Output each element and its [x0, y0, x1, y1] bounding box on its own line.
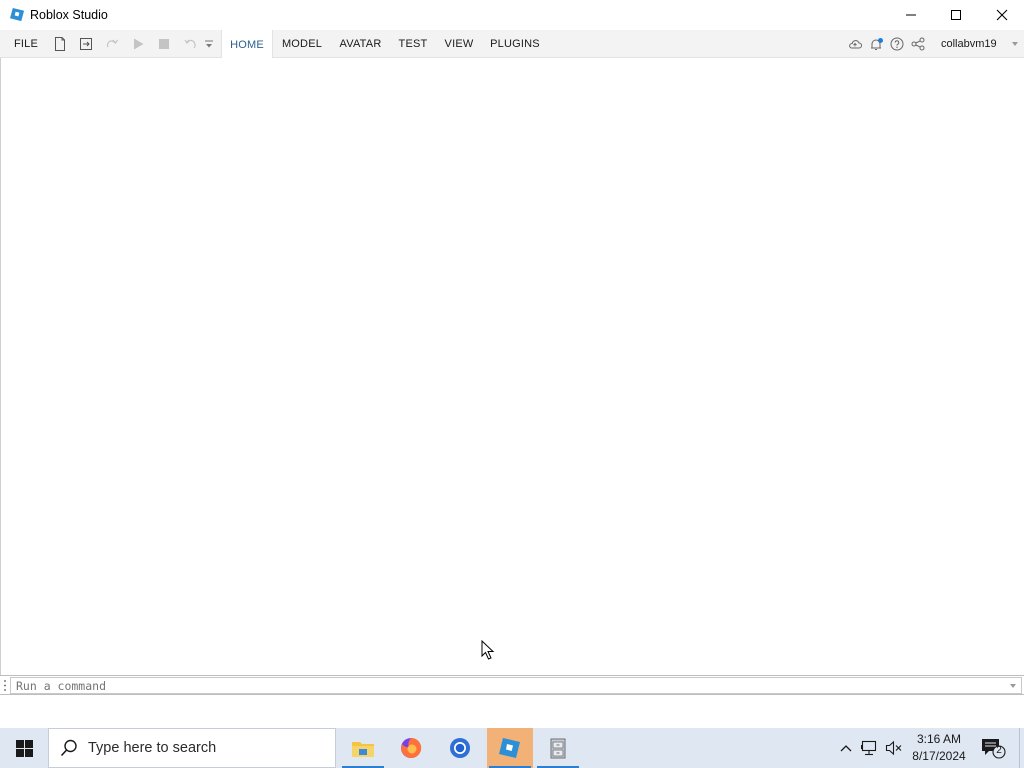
- help-button[interactable]: [889, 36, 905, 52]
- account-dropdown-button[interactable]: [1010, 36, 1020, 52]
- grip-handle-icon[interactable]: [3, 679, 7, 692]
- undo-button[interactable]: [182, 36, 198, 52]
- search-placeholder[interactable]: Type here to search: [88, 740, 216, 756]
- chevron-down-icon: [1012, 42, 1018, 46]
- start-page-workspace[interactable]: [0, 58, 1024, 675]
- show-hidden-icons-button[interactable]: [836, 738, 856, 758]
- mouse-cursor-icon: [481, 640, 495, 660]
- tab-avatar[interactable]: AVATAR: [333, 30, 388, 58]
- window-title: Roblox Studio: [30, 8, 108, 22]
- start-button[interactable]: [0, 728, 48, 768]
- file-menu[interactable]: FILE: [14, 38, 38, 50]
- ribbon-bar: FILE HOME MODEL AVATAR TEST VIEW PLUGINS: [0, 30, 1024, 59]
- taskbar-clock[interactable]: 3:16 AM 8/17/2024: [905, 731, 973, 765]
- taskbar-firefox[interactable]: [388, 728, 434, 768]
- new-file-button[interactable]: [52, 36, 68, 52]
- stop-button[interactable]: [156, 36, 172, 52]
- notification-count-badge: 2: [996, 745, 1002, 756]
- stop-icon: [159, 39, 169, 49]
- minimize-icon: [906, 14, 916, 16]
- action-center-button[interactable]: 2: [980, 736, 1006, 760]
- customize-icon: [205, 40, 213, 48]
- taskbar: Type here to search 3:16 AM 8/17/2024 2: [0, 728, 1024, 768]
- chevron-down-icon[interactable]: [1008, 681, 1018, 691]
- windows-logo-icon: [15, 739, 33, 757]
- taskbar-file-explorer[interactable]: [340, 728, 386, 768]
- chevron-up-icon: [840, 745, 852, 752]
- tab-home[interactable]: HOME: [221, 30, 273, 59]
- customize-toolbar-button[interactable]: [203, 36, 215, 52]
- tab-test[interactable]: TEST: [393, 30, 433, 58]
- share-icon: [911, 37, 925, 51]
- taskbar-chrome[interactable]: [437, 728, 483, 768]
- clock-time: 3:16 AM: [916, 732, 962, 746]
- network-button[interactable]: [860, 738, 880, 758]
- minimize-button[interactable]: [888, 0, 934, 30]
- volume-button[interactable]: [884, 738, 904, 758]
- command-input[interactable]: [10, 677, 1022, 694]
- roblox-studio-window: Roblox Studio FILE HOME MODEL AVATAR TES…: [0, 0, 1024, 768]
- cloud-button[interactable]: [847, 36, 863, 52]
- status-strip: [0, 695, 1024, 728]
- show-desktop-button[interactable]: [1019, 728, 1024, 768]
- command-bar: [0, 675, 1024, 695]
- notification-icon: [870, 37, 883, 50]
- maximize-button[interactable]: [933, 0, 979, 30]
- file-explorer-icon: [352, 742, 374, 757]
- tab-model[interactable]: MODEL: [276, 30, 328, 58]
- firefox-icon: [401, 737, 422, 758]
- new-file-icon: [55, 37, 65, 51]
- redo-button[interactable]: [104, 36, 120, 52]
- roblox-studio-logo-icon: [10, 7, 25, 22]
- clock-date: 8/17/2024: [912, 749, 966, 763]
- tab-plugins[interactable]: PLUGINS: [486, 30, 544, 58]
- network-icon: [861, 740, 877, 756]
- cloud-icon: [849, 40, 862, 49]
- taskbar-file-cabinet[interactable]: [535, 728, 581, 768]
- title-bar[interactable]: Roblox Studio: [0, 0, 1024, 30]
- close-button[interactable]: [979, 0, 1024, 30]
- play-button[interactable]: [130, 36, 146, 52]
- tab-view[interactable]: VIEW: [439, 30, 479, 58]
- close-icon: [996, 9, 1008, 21]
- file-cabinet-icon: [550, 738, 566, 759]
- maximize-icon: [951, 10, 961, 20]
- search-icon: [60, 739, 77, 757]
- username-menu[interactable]: collabvm19: [941, 38, 997, 50]
- publish-button[interactable]: [78, 36, 94, 52]
- publish-icon: [80, 38, 92, 50]
- undo-icon: [184, 39, 196, 49]
- play-icon: [134, 38, 144, 50]
- help-icon: [890, 37, 904, 51]
- share-button[interactable]: [910, 36, 926, 52]
- redo-icon: [106, 39, 118, 48]
- chrome-icon: [450, 738, 470, 758]
- taskbar-roblox-studio[interactable]: [487, 728, 533, 768]
- roblox-studio-icon: [499, 738, 520, 758]
- notifications-button[interactable]: [868, 36, 884, 52]
- volume-muted-icon: [885, 740, 902, 756]
